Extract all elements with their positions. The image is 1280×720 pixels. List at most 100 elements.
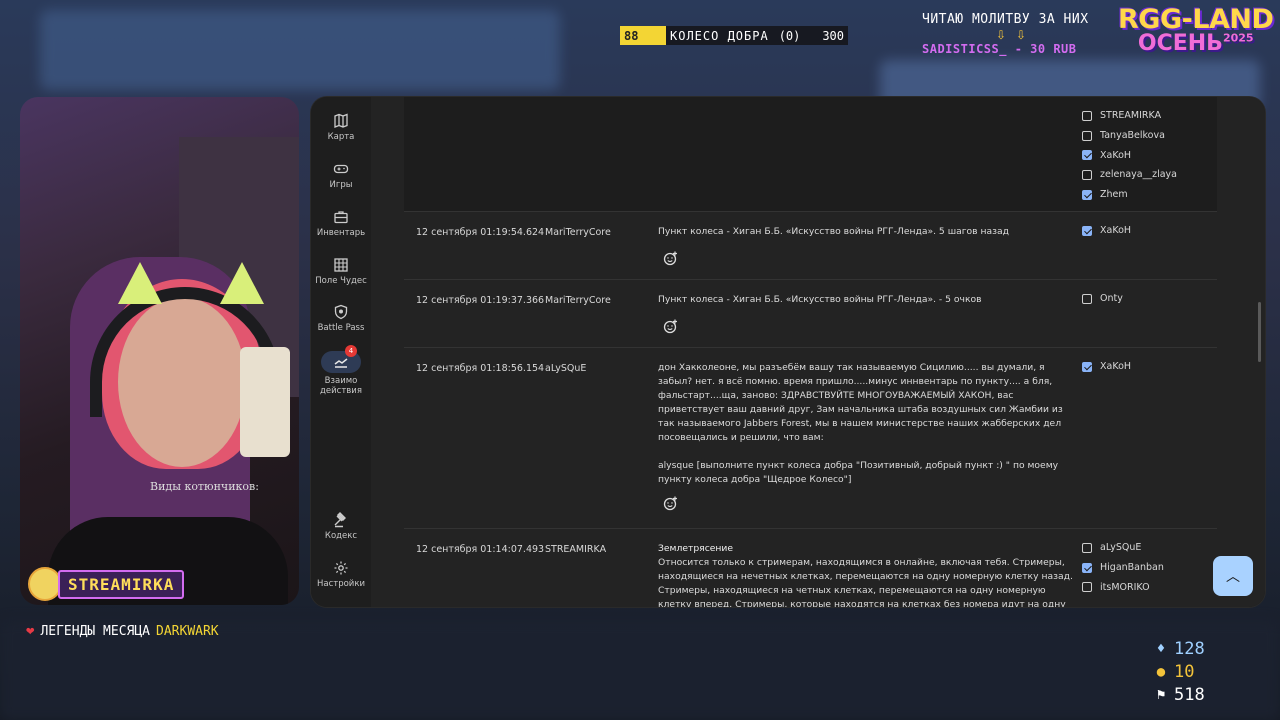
logo-year: 2025	[1222, 31, 1254, 45]
sidebar-item-codex[interactable]: Кодекс	[311, 512, 371, 541]
gavel-icon	[334, 512, 346, 528]
gamepad-icon	[333, 164, 349, 174]
check-list: aLySQuE HiganBanban itsMORIKO	[1082, 538, 1164, 597]
sidebar-item-games[interactable]: Игры	[311, 161, 371, 190]
wheel-count: 88	[620, 26, 666, 45]
sidebar-item-inventory[interactable]: Инвентарь	[311, 209, 371, 238]
checkbox[interactable]	[1082, 150, 1092, 161]
check-list: XaKoH	[1082, 357, 1131, 377]
checkered-flag-icon: ⚑	[1156, 686, 1166, 703]
message: Пункт колеса - Хиган Б.Б. «Искусство вой…	[658, 226, 1010, 237]
streamer-checkbox[interactable]: XaKoH	[1082, 357, 1131, 377]
streamer-checkbox[interactable]: STREAMIRKA	[1082, 106, 1177, 126]
scroll-to-top-button[interactable]: ︿	[1213, 556, 1253, 596]
streamer-checkbox[interactable]: TanyaBelkova	[1082, 126, 1177, 146]
log-row: 12 сентября 01:19:37.366 MariTerryCore П…	[404, 279, 1217, 347]
sidebar-item-label: Кодекс	[324, 531, 358, 541]
background-window	[40, 10, 560, 90]
sidebar-item-battle-pass[interactable]: Battle Pass	[311, 304, 371, 333]
event-logo: RGG-LAND ОСЕНЬ2025	[1118, 4, 1274, 56]
avatar	[28, 567, 62, 601]
sidebar-item-label: Взаимо действия	[320, 376, 362, 396]
message: Землетрясение Относится только к стример…	[658, 542, 1078, 607]
checkbox[interactable]	[1082, 130, 1092, 141]
legend-label: ЛЕГЕНДЫ МЕСЯЦА	[40, 623, 151, 639]
check-list: XaKoH	[1082, 221, 1131, 241]
streamer-checkbox[interactable]: Onty	[1082, 289, 1123, 309]
streamer-checkbox[interactable]: zelenaya__zlaya	[1082, 165, 1177, 185]
checkbox[interactable]	[1082, 582, 1092, 593]
streamer-checkbox[interactable]: XaKoH	[1082, 221, 1131, 241]
inventory-icon	[334, 211, 348, 224]
streamer-name: STREAMIRKA	[58, 569, 185, 599]
log-row: 12 сентября 01:14:07.493 STREAMIRKA Земл…	[404, 528, 1217, 607]
checkbox[interactable]	[1082, 361, 1092, 372]
prayer-text: ЧИТАЮ МОЛИТВУ ЗА НИХ	[922, 12, 1089, 27]
heart-icon: ❤	[26, 623, 35, 639]
check-list: Onty	[1082, 289, 1123, 309]
sidebar-item-interactions[interactable]: 4 Взаимо действия	[311, 345, 371, 396]
sidebar-item-label: Поле Чудес	[315, 276, 367, 286]
sidebar-item-label: Инвентарь	[316, 228, 366, 238]
grid-icon	[334, 258, 348, 272]
coin-count: 10	[1174, 661, 1195, 682]
interactions-icon-wrap: 4	[321, 345, 361, 373]
check-list: STREAMIRKA TanyaBelkova XaKoH zelenaya__…	[1082, 106, 1177, 204]
notification-badge: 4	[345, 345, 357, 357]
username: MariTerryCore	[545, 227, 611, 238]
app-window: Карта Игры Инвентарь Поле Чудес Battle P…	[311, 97, 1265, 607]
sidebar-item-label: Карта	[327, 132, 355, 142]
add-reaction-icon[interactable]	[663, 495, 679, 511]
checkbox[interactable]	[1082, 110, 1092, 121]
flag-count: 518	[1174, 684, 1205, 705]
streamer-checkbox[interactable]: HiganBanban	[1082, 558, 1164, 578]
sidebar-item-map[interactable]: Карта	[311, 113, 371, 142]
cup	[240, 347, 290, 457]
checkbox[interactable]	[1082, 169, 1092, 180]
shield-icon	[334, 304, 348, 320]
sidebar-item-label: Battle Pass	[317, 323, 365, 333]
add-reaction-icon[interactable]	[663, 250, 679, 266]
sidebar-item-label: Игры	[329, 180, 353, 190]
shirt-text: Виды котюнчиков:	[150, 480, 259, 493]
username: MariTerryCore	[545, 295, 611, 306]
sidebar-item-wheel-of-fortune[interactable]: Поле Чудес	[311, 257, 371, 286]
checkbox[interactable]	[1082, 189, 1092, 200]
add-reaction-icon[interactable]	[663, 318, 679, 334]
streamer-checkbox[interactable]: Zhem	[1082, 185, 1177, 205]
streamer-checkbox[interactable]: itsMORIKO	[1082, 577, 1164, 597]
message-title: Землетрясение	[658, 543, 734, 554]
checkbox[interactable]	[1082, 542, 1092, 553]
wheel-pending: (0)	[778, 28, 801, 43]
scrollbar[interactable]	[1258, 302, 1261, 362]
legends-of-month: ❤ ЛЕГЕНДЫ МЕСЯЦА DARKWARK	[26, 623, 219, 639]
gear-icon	[334, 561, 348, 575]
timestamp: 12 сентября 01:18:56.154	[416, 363, 545, 374]
username: STREAMIRKA	[545, 544, 607, 555]
stats-panel: ♦ 128 ● 10 ⚑ 518	[1152, 637, 1205, 706]
interactions-icon	[334, 358, 348, 368]
map-icon	[334, 113, 348, 128]
wheel-label: КОЛЕСО ДОБРА	[670, 28, 769, 43]
sidebar-item-settings[interactable]: Настройки	[311, 560, 371, 589]
chevron-up-icon: ︿	[1226, 569, 1240, 585]
sidebar: Карта Игры Инвентарь Поле Чудес Battle P…	[311, 97, 371, 607]
arrow-down-icon: ⇩⇩	[996, 28, 1037, 42]
timestamp: 12 сентября 01:19:37.366	[416, 295, 545, 306]
checkbox[interactable]	[1082, 562, 1092, 573]
gem-count: 128	[1174, 638, 1205, 659]
checkbox[interactable]	[1082, 225, 1092, 236]
message: Пункт колеса - Хиган Б.Б. «Искусство вой…	[658, 294, 982, 305]
checkbox[interactable]	[1082, 293, 1092, 304]
streamer-badge: STREAMIRKA	[28, 566, 185, 602]
previous-entry: STREAMIRKA TanyaBelkova XaKoH zelenaya__…	[404, 97, 1217, 211]
streamer-checkbox[interactable]: aLySQuE	[1082, 538, 1164, 558]
streamer-checkbox[interactable]: XaKoH	[1082, 145, 1177, 165]
timestamp: 12 сентября 01:19:54.624	[416, 227, 545, 238]
gem-icon: ♦	[1156, 640, 1166, 657]
log-row: 12 сентября 01:19:54.624 MariTerryCore П…	[404, 211, 1217, 279]
timestamp: 12 сентября 01:14:07.493	[416, 544, 545, 555]
cat-ear-right	[220, 262, 264, 304]
log-row: 12 сентября 01:18:56.154 aLySQuE дон Хак…	[404, 347, 1217, 528]
coin-icon: ●	[1156, 663, 1166, 680]
